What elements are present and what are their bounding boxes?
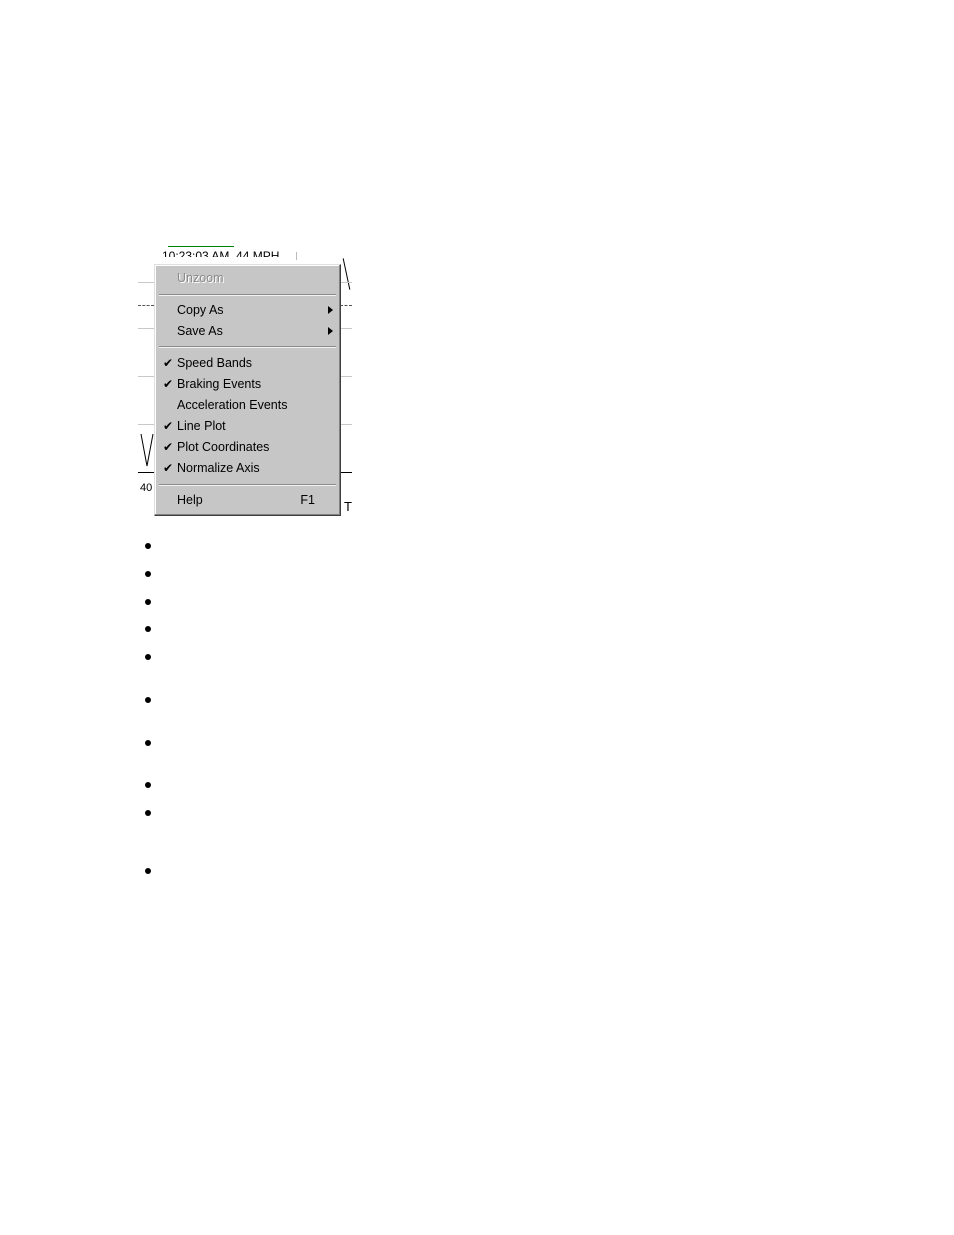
menu-item-save-as[interactable]: Save As [158,321,337,341]
menu-item-label: Normalize Axis [177,461,260,475]
submenu-arrow-icon [328,306,333,314]
bullet-point [145,740,151,746]
x-axis-line [340,472,352,473]
checkmark-icon: ✔ [162,356,174,370]
menu-item-help[interactable]: Help F1 [158,490,337,510]
grid-line [138,328,154,329]
menu-item-label: Braking Events [177,377,262,391]
bullet-point [145,599,151,605]
menu-separator [159,484,336,486]
menu-item-label: Line Plot [177,419,226,433]
menu-item-label: Save As [177,324,223,338]
grid-line [340,328,352,329]
chart-divider [296,252,297,260]
menu-item-copy-as[interactable]: Copy As [158,300,337,320]
grid-line [138,376,154,377]
menu-item-plot-coordinates[interactable]: ✔ Plot Coordinates [158,437,337,457]
x-axis-partial-label: T [344,499,352,514]
speed-band-line [340,305,352,306]
line-plot-v-shape [140,433,154,467]
checkmark-icon: ✔ [162,419,174,433]
grid-line [138,282,154,283]
speed-band-line [138,305,154,306]
chart-context-menu: Unzoom Copy As Save As ✔ Speed Bands ✔ Braking… [154,264,341,516]
menu-item-label: Help [177,493,203,507]
grid-line [340,282,352,283]
bullet-point [145,543,151,549]
bullet-point [145,571,151,577]
x-axis-line [138,472,154,473]
checkmark-icon: ✔ [162,440,174,454]
menu-item-unzoom[interactable]: Unzoom [158,268,337,288]
checkmark-icon: ✔ [162,377,174,391]
menu-item-speed-bands[interactable]: ✔ Speed Bands [158,353,337,373]
menu-separator [159,346,336,348]
grid-line [138,424,154,425]
bullet-point [145,654,151,660]
bullet-point [145,810,151,816]
checkmark-icon: ✔ [162,461,174,475]
menu-item-shortcut: F1 [300,493,315,507]
submenu-arrow-icon [328,327,333,335]
menu-item-acceleration-events[interactable]: Acceleration Events [158,395,337,415]
grid-line [340,424,352,425]
menu-item-label: Plot Coordinates [177,440,270,454]
menu-item-normalize-axis[interactable]: ✔ Normalize Axis [158,458,337,478]
menu-item-label: Copy As [177,303,224,317]
menu-item-label: Speed Bands [177,356,253,370]
menu-item-line-plot[interactable]: ✔ Line Plot [158,416,337,436]
grid-line [340,376,352,377]
line-plot-segment [342,258,351,290]
plot-coordinate-readout: 10:23:03 AM, 44 MPH [162,250,280,257]
bullet-point [145,782,151,788]
menu-item-label: Unzoom [177,271,224,285]
bullet-point [145,626,151,632]
menu-item-label: Acceleration Events [177,398,288,412]
x-axis-tick-label: 40 [140,482,153,494]
menu-item-braking-events[interactable]: ✔ Braking Events [158,374,337,394]
legend-green-line [168,246,234,247]
bullet-point [145,697,151,703]
bullet-point [145,868,151,874]
menu-separator [159,294,336,296]
